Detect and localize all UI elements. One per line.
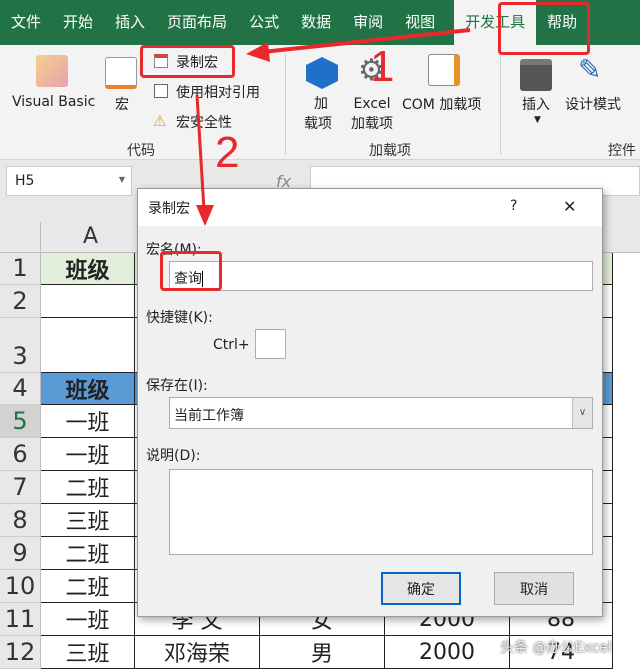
annotation-arrows — [195, 28, 471, 226]
arrow-1-line — [261, 28, 471, 54]
arrow-2-head — [196, 205, 214, 226]
arrow-1-head — [246, 42, 270, 62]
step-2-label: 2 — [215, 128, 240, 177]
watermark: 头条 @办公Excel — [500, 640, 612, 656]
step-1-label: 1 — [370, 42, 395, 91]
arrow-2-line — [195, 94, 206, 211]
